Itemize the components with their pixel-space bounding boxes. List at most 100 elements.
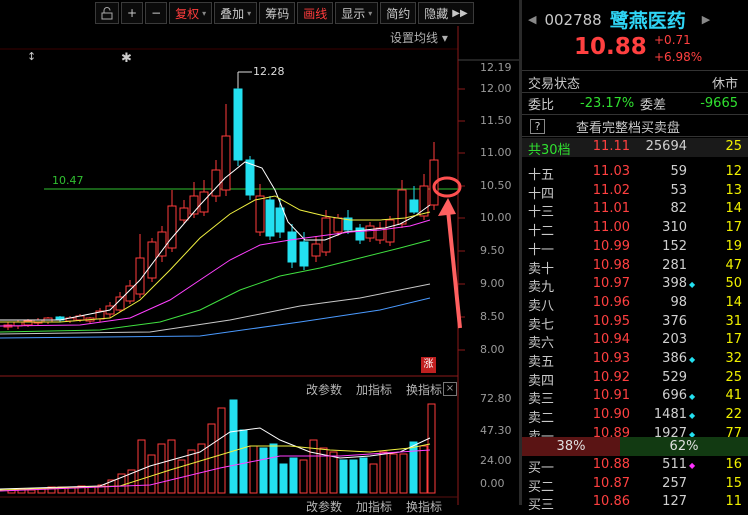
- volume-bar: [289, 457, 298, 494]
- volume-bar: [419, 445, 428, 494]
- volume-bar: [369, 463, 378, 494]
- bottom_bar-item[interactable]: 换指标: [406, 498, 442, 515]
- volume-bar: [279, 463, 288, 494]
- volume-bar: [359, 457, 368, 494]
- indicator_bar-item[interactable]: 改参数: [306, 381, 342, 398]
- close-indicator-button[interactable]: ×: [443, 382, 457, 396]
- view-all-orders-link[interactable]: ? 查看完整档买卖盘: [522, 117, 748, 136]
- toolbar-item-9[interactable]: 隐藏 ▶▶: [418, 2, 474, 24]
- star-marker: ✱: [121, 51, 132, 66]
- toolbar-item-6[interactable]: 画线: [297, 2, 334, 24]
- chart-panel[interactable]: ↕ ✱ 10.47 12.28 + − 复权 ▾ 叠加 ▾ 筹码 画线 显示 ▾ 简约 隐藏 ▶▶ 设置均线 …: [0, 0, 519, 514]
- order-row[interactable]: 卖四 10.92 529 25: [522, 369, 748, 389]
- volume-bar: [249, 445, 258, 494]
- toolbar-item-4[interactable]: 叠加 ▾: [214, 2, 258, 24]
- ratio-value: -23.17%: [580, 96, 635, 111]
- stock-code: 002788: [544, 10, 602, 29]
- order-row[interactable]: 十一 10.99 152 19: [522, 238, 748, 258]
- price-change: +0.71 +6.98%: [654, 32, 702, 66]
- order-label: 买三: [528, 498, 555, 514]
- candle-body: [299, 241, 309, 267]
- order-row[interactable]: 十四 11.02 53 13: [522, 182, 748, 202]
- change-marker-icon: ◆: [689, 355, 696, 364]
- volume-bar: [339, 459, 348, 494]
- ma-settings-button[interactable]: 设置均线 ▾: [390, 29, 448, 46]
- order-row[interactable]: 卖十 10.98 281 47: [522, 257, 748, 277]
- volume-tick: 24.00: [480, 454, 512, 467]
- volume-bar: [399, 453, 408, 494]
- order-vol: 82: [670, 201, 687, 217]
- more-icon: ▶▶: [452, 7, 468, 19]
- order-row[interactable]: 买二 10.87 257 15: [522, 475, 748, 495]
- prev-stock-icon[interactable]: ◀: [528, 13, 536, 26]
- order-price: 10.93: [592, 351, 630, 366]
- volume-bar: [229, 399, 238, 494]
- order-label: 十二: [528, 224, 555, 240]
- volume-bar: [299, 459, 308, 494]
- next-stock-icon[interactable]: ▶: [702, 13, 710, 26]
- price-tick: 10.00: [480, 211, 512, 224]
- order-cnt: 32: [725, 351, 742, 366]
- order-row[interactable]: 卖七 10.95 376 31: [522, 313, 748, 333]
- volume-tick: 72.80: [480, 392, 512, 405]
- order-cnt: 14: [725, 201, 742, 217]
- order-cnt: 17: [725, 332, 742, 348]
- toolbar-item-0[interactable]: [95, 2, 119, 24]
- order-cnt: 12: [725, 164, 742, 179]
- toolbar-item-5[interactable]: 筹码: [259, 2, 296, 24]
- indicator_bar-item[interactable]: 加指标: [356, 381, 392, 398]
- kline-chart[interactable]: ↕ ✱ 10.47 12.28: [0, 0, 519, 505]
- trade-status-row: 交易状态 休市: [522, 73, 748, 92]
- order-vol: 203: [662, 332, 687, 348]
- order-vol: 386: [662, 351, 687, 366]
- order-row[interactable]: 买三 10.86 127 11: [522, 493, 748, 514]
- toolbar-item-3[interactable]: 复权 ▾: [169, 2, 213, 24]
- order-vol: 696: [662, 388, 687, 404]
- order-price: 11.00: [592, 220, 630, 236]
- order-price: 10.87: [592, 475, 630, 491]
- ma60-line: [0, 283, 431, 335]
- last-price: 10.88: [574, 34, 647, 60]
- candle-body: [255, 195, 265, 233]
- volume-bar: [409, 441, 418, 494]
- toolbar-item-1[interactable]: +: [121, 2, 144, 24]
- bottom_bar-item[interactable]: 加指标: [356, 498, 392, 515]
- order-row[interactable]: 十三 11.01 82 14: [522, 200, 748, 220]
- order-row[interactable]: 卖八 10.96 98 14: [522, 294, 748, 314]
- arrow-marker: ↕: [27, 50, 36, 63]
- order-row[interactable]: 卖三 10.91 696 41 ◆: [522, 387, 748, 407]
- order-row[interactable]: 买一 10.88 511 16 ◆: [522, 456, 748, 476]
- bottom_bar-item[interactable]: 改参数: [306, 498, 342, 515]
- order-vol: 53: [670, 182, 687, 198]
- lock-icon: [101, 6, 113, 19]
- order-label: 卖八: [528, 298, 555, 314]
- candle-body: [265, 199, 275, 237]
- chevron-down-icon: ▾: [247, 8, 252, 18]
- volume-tick: 47.30: [480, 424, 512, 437]
- order-cnt: 25: [725, 369, 742, 385]
- toolbar-item-8[interactable]: 简约: [380, 2, 417, 24]
- order-price: 10.91: [592, 388, 630, 404]
- order-row[interactable]: 卖二 10.90 1481 22 ◆: [522, 406, 748, 426]
- order-label: 十四: [528, 186, 555, 202]
- price-tick: 12.00: [480, 82, 512, 95]
- order-label: 卖六: [528, 336, 555, 352]
- toolbar-item-7[interactable]: 显示 ▾: [335, 2, 379, 24]
- candle-body: [275, 207, 285, 233]
- candle-body: [157, 231, 167, 257]
- order-row[interactable]: 卖六 10.94 203 17: [522, 331, 748, 352]
- order-vol: 511: [662, 457, 687, 472]
- order-row[interactable]: 卖九 10.97 398 50 ◆: [522, 275, 748, 295]
- order-row[interactable]: 卖五 10.93 386 32 ◆: [522, 350, 748, 370]
- change-marker-icon: ◆: [689, 411, 696, 421]
- volume-tick: 0.00: [480, 477, 505, 490]
- order-row[interactable]: 十五 11.03 59 12: [522, 163, 748, 183]
- order-row[interactable]: 十二 11.00 310 17: [522, 219, 748, 240]
- indicator_bar-item[interactable]: 换指标: [406, 381, 442, 398]
- order-vol: 376: [662, 313, 687, 329]
- indicator-bar: 改参数 加指标 换指标: [306, 381, 442, 398]
- volume-bar: [329, 451, 338, 494]
- volume-bar: [167, 439, 176, 494]
- order-price: 10.95: [592, 313, 630, 329]
- toolbar-item-2[interactable]: −: [145, 2, 168, 24]
